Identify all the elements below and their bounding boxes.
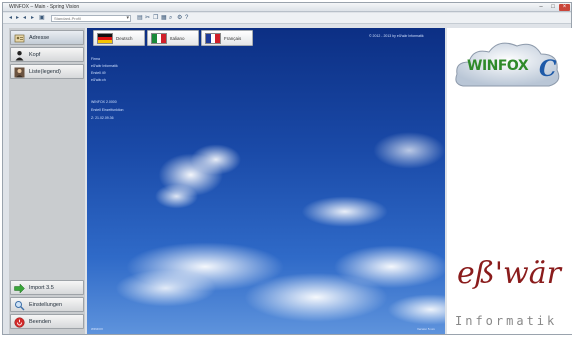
- sidebar-item-liste[interactable]: Liste(legend): [10, 64, 84, 79]
- language-button-fr[interactable]: Français: [201, 30, 253, 46]
- forward-icon[interactable]: ▸: [16, 15, 19, 21]
- window-title: WINFOX – Main - Spring Vision: [9, 4, 80, 10]
- german-flag-icon: [97, 33, 113, 44]
- status-text: WINFOX: [91, 327, 103, 331]
- sidebar: Adresse Kopf Liste(legend) Import 3.5 Ei…: [9, 28, 85, 334]
- magnifier-icon: [14, 300, 25, 311]
- winfox-logo: WINFOX C: [453, 36, 563, 100]
- winfox-logo-c: C: [539, 56, 557, 82]
- green-arrow-icon: [14, 283, 25, 294]
- last-record-icon[interactable]: ▸: [31, 15, 34, 21]
- sidebar-item-einstellungen[interactable]: Einstellungen: [10, 297, 84, 312]
- copyright-text: © 2012 - 2013 by eß'wär Informatik: [369, 34, 424, 38]
- person-icon: [14, 50, 25, 61]
- info-line: eß'wär.ch: [91, 78, 106, 82]
- french-flag-icon: [205, 33, 221, 44]
- italian-flag-icon: [151, 33, 167, 44]
- app-window: WINFOX – Main - Spring Vision – □ × ◂ ▸ …: [2, 2, 573, 335]
- branding-panel: WINFOX C eß'wär Informatik: [447, 28, 573, 334]
- cut-icon[interactable]: ✂: [145, 15, 150, 21]
- info-line: Erstell 49: [91, 71, 106, 75]
- sidebar-item-label: Kopf: [29, 52, 41, 58]
- company-logo: eß'wär: [457, 256, 561, 291]
- main-panel: Deutsch Italiano Français © 2012 - 2013 …: [87, 28, 445, 334]
- sidebar-item-label: Liste(legend): [29, 69, 61, 75]
- sidebar-item-import[interactable]: Import 3.5: [10, 280, 84, 295]
- search-icon[interactable]: ⌕: [169, 15, 172, 21]
- toolbar: ◂ ▸ ◂ ▸ ▣ Standard-Profil ▤ ✂ ❐ ▦ ⌕ ⚙ ?: [3, 13, 571, 24]
- info-line: Z: 21.02.09.36: [91, 116, 114, 120]
- contact-photo-icon: [14, 67, 25, 78]
- sidebar-item-label: Beenden: [29, 319, 52, 325]
- settings-icon[interactable]: ⚙: [177, 15, 182, 21]
- language-button-de[interactable]: Deutsch: [93, 30, 145, 46]
- exit-icon: [14, 317, 25, 328]
- title-bar: WINFOX – Main - Spring Vision – □ ×: [3, 3, 571, 12]
- new-record-icon[interactable]: ▣: [39, 15, 45, 21]
- help-icon[interactable]: ?: [185, 15, 188, 21]
- first-record-icon[interactable]: ◂: [23, 15, 26, 21]
- winfox-logo-text: WINFOX: [467, 58, 529, 74]
- version-text: Version 5.xxx: [417, 327, 435, 331]
- sidebar-item-label: Import 3.5: [29, 285, 54, 291]
- print-icon[interactable]: ▤: [137, 15, 143, 21]
- company-subtitle: Informatik: [455, 314, 558, 328]
- copy-icon[interactable]: ❐: [153, 15, 158, 21]
- minimize-button[interactable]: –: [536, 4, 546, 11]
- sidebar-item-label: Einstellungen: [29, 302, 63, 308]
- info-line: Firma: [91, 57, 100, 61]
- info-line: WINFOX 2.0000: [91, 100, 117, 104]
- profile-select[interactable]: Standard-Profil: [51, 15, 131, 22]
- info-line: Erstell Einzelfunktion: [91, 108, 124, 112]
- paste-icon[interactable]: ▦: [161, 15, 167, 21]
- language-label: Italiano: [170, 36, 185, 41]
- sidebar-item-kopf[interactable]: Kopf: [10, 47, 84, 62]
- language-label: Deutsch: [116, 36, 133, 41]
- sidebar-item-label: Adresse: [29, 35, 50, 41]
- language-button-it[interactable]: Italiano: [147, 30, 199, 46]
- address-icon: [14, 33, 25, 44]
- back-icon[interactable]: ◂: [9, 15, 12, 21]
- language-label: Français: [224, 36, 242, 41]
- close-button[interactable]: ×: [559, 4, 570, 11]
- maximize-button[interactable]: □: [548, 4, 558, 11]
- sidebar-item-beenden[interactable]: Beenden: [10, 314, 84, 329]
- info-line: eß'wär Informatik: [91, 64, 118, 68]
- sidebar-item-adresse[interactable]: Adresse: [10, 30, 84, 45]
